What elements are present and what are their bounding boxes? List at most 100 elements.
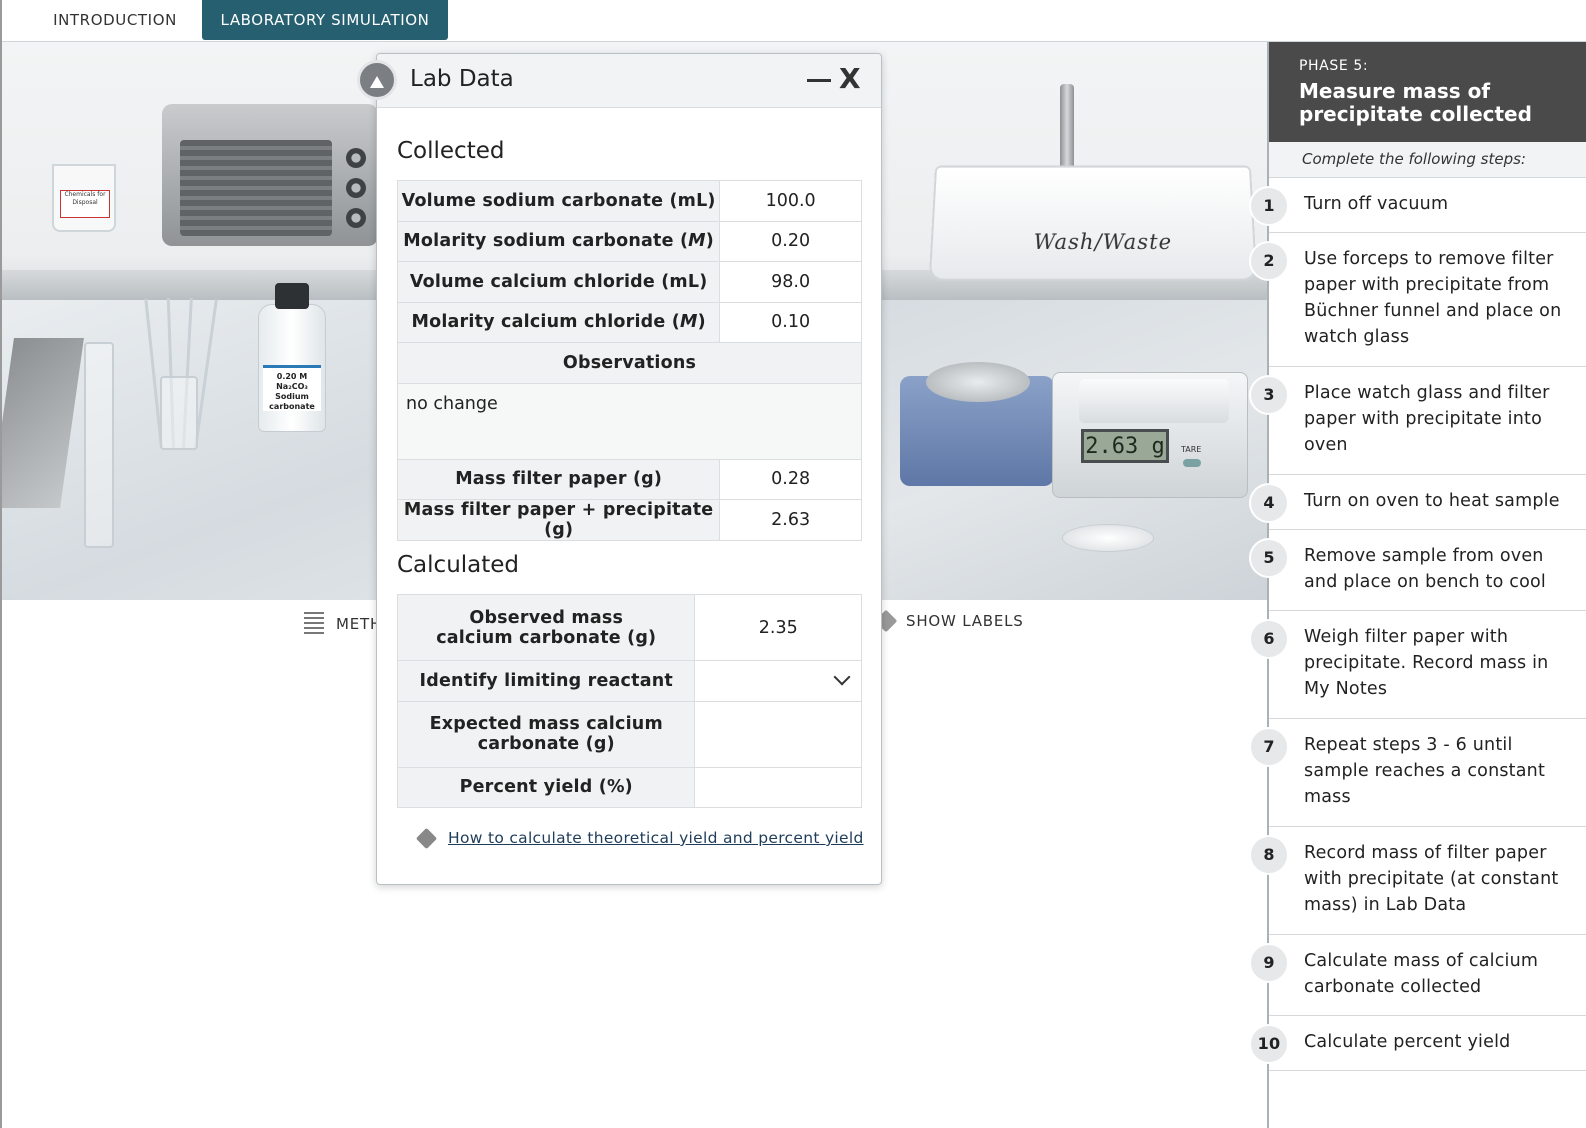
step-item: 7 Repeat steps 3 - 6 until sample reaches… [1269, 719, 1586, 827]
step-number: 2 [1249, 241, 1289, 281]
row-value: 0.28 [720, 459, 862, 500]
row-value: 0.20 [720, 221, 862, 262]
table-row: Mass filter paper + precipitate (g) 2.63 [398, 500, 862, 541]
wash-waste-tray[interactable]: Wash/Waste [929, 166, 1258, 281]
row-value[interactable]: 2.35 [695, 595, 862, 661]
graduated-cylinder[interactable] [84, 342, 114, 548]
row-label: Molarity calcium chloride (M) [398, 302, 720, 343]
table-row: Identify limiting reactant [398, 661, 862, 702]
tare-label: TARE [1181, 445, 1201, 454]
phase-number: PHASE 5: [1299, 58, 1570, 74]
row-label: Volume sodium carbonate (mL) [398, 181, 720, 222]
tab-bar: INTRODUCTION LABORATORY SIMULATION [2, 0, 1586, 42]
step-item: 4 Turn on oven to heat sample [1269, 475, 1586, 530]
step-number: 3 [1249, 375, 1289, 415]
table-row: Expected mass calcium carbonate (g) [398, 701, 862, 767]
bottle-label: 0.20 M Na₂CO₃ Sodium carbonate [263, 365, 321, 411]
phase-header: PHASE 5: Measure mass of precipitate col… [1269, 42, 1586, 142]
table-row: Molarity calcium chloride (M) 0.10 [398, 302, 862, 343]
show-labels-button[interactable]: SHOW LABELS [878, 612, 1024, 630]
step-item: 8 Record mass of filter paper with precip… [1269, 827, 1586, 935]
step-item: 1 Turn off vacuum [1269, 178, 1586, 233]
step-text: Remove sample from oven and place on ben… [1304, 546, 1546, 592]
limiting-reactant-select[interactable] [695, 661, 862, 702]
beaker-label: Chemicals for Disposal [60, 190, 110, 218]
step-text: Turn on oven to heat sample [1304, 491, 1560, 511]
table-row: Observations [398, 343, 862, 384]
close-button[interactable]: X [839, 62, 861, 95]
table-row: no change [398, 383, 862, 459]
bottle-cap [275, 283, 309, 309]
step-item: 3 Place watch glass and filter paper with… [1269, 367, 1586, 475]
table-row: Volume sodium carbonate (mL) 100.0 [398, 181, 862, 222]
stir-hotplate[interactable] [900, 376, 1054, 486]
step-text: Use forceps to remove filter paper with … [1304, 249, 1561, 347]
step-number: 4 [1249, 483, 1289, 523]
steps-instructions: Complete the following steps: [1269, 142, 1586, 178]
help-link-row: How to calculate theoretical yield and p… [419, 829, 864, 847]
minimize-button[interactable] [807, 79, 831, 82]
oven[interactable] [162, 104, 378, 246]
calculated-table: Observed mass calcium carbonate (g) 2.35… [397, 594, 862, 808]
oven-window [180, 140, 332, 236]
percent-yield-input[interactable] [695, 767, 862, 808]
calculated-heading: Calculated [397, 552, 519, 578]
step-number: 1 [1249, 186, 1289, 226]
row-label: Observed mass calcium carbonate (g) [398, 595, 695, 661]
table-row: Volume calcium chloride (mL) 98.0 [398, 262, 862, 303]
collected-table: Volume sodium carbonate (mL) 100.0 Molar… [397, 180, 862, 541]
row-label: Identify limiting reactant [398, 661, 695, 702]
step-number: 6 [1249, 619, 1289, 659]
dialog-header[interactable]: Lab Data X [377, 54, 881, 108]
balance-readout: 2.63 g [1081, 429, 1169, 463]
table-row: Observed mass calcium carbonate (g) 2.35 [398, 595, 862, 661]
rod-jar [160, 376, 198, 450]
tare-button[interactable] [1183, 459, 1201, 467]
methods-button[interactable]: METH [304, 612, 382, 636]
row-label: Percent yield (%) [398, 767, 695, 808]
yield-help-link[interactable]: How to calculate theoretical yield and p… [448, 829, 864, 847]
row-value: 98.0 [720, 262, 862, 303]
app-root: INTRODUCTION LABORATORY SIMULATION Chemi… [0, 0, 1586, 1128]
oven-knob-icon[interactable] [346, 208, 366, 228]
tab-laboratory-simulation[interactable]: LABORATORY SIMULATION [202, 0, 448, 40]
step-item: 10 Calculate percent yield [1269, 1016, 1586, 1071]
oven-knob-icon[interactable] [346, 178, 366, 198]
step-number: 5 [1249, 538, 1289, 578]
row-label: Mass filter paper + precipitate (g) [398, 500, 720, 541]
watch-glasses[interactable] [1062, 524, 1154, 552]
tab-introduction[interactable]: INTRODUCTION [40, 0, 190, 40]
row-label: Volume calcium chloride (mL) [398, 262, 720, 303]
step-text: Turn off vacuum [1304, 194, 1448, 214]
table-row: Molarity sodium carbonate (M) 0.20 [398, 221, 862, 262]
show-labels-label: SHOW LABELS [906, 612, 1024, 630]
table-row: Percent yield (%) [398, 767, 862, 808]
sodium-carbonate-bottle[interactable]: 0.20 M Na₂CO₃ Sodium carbonate [258, 304, 326, 432]
step-number: 9 [1249, 943, 1289, 983]
observations-label: Observations [398, 343, 862, 384]
step-text: Weigh filter paper with precipitate. Rec… [1304, 627, 1548, 699]
step-item: 6 Weigh filter paper with precipitate. Re… [1269, 611, 1586, 719]
tray-label: Wash/Waste [1033, 230, 1172, 254]
observations-field[interactable]: no change [398, 383, 862, 459]
hotplate-surface [926, 362, 1030, 402]
analytical-balance[interactable]: 2.63 g TARE [1052, 372, 1248, 498]
row-label: Mass filter paper (g) [398, 459, 720, 500]
step-text: Place watch glass and filter paper with … [1304, 383, 1550, 455]
balance-pan [1079, 379, 1229, 423]
list-icon [304, 612, 324, 636]
expected-mass-input[interactable] [695, 701, 862, 767]
phase-title: Measure mass of precipitate collected [1299, 80, 1570, 126]
step-item: 2 Use forceps to remove filter paper with… [1269, 233, 1586, 367]
collected-heading: Collected [397, 138, 504, 164]
oven-knob-icon[interactable] [346, 148, 366, 168]
step-item: 5 Remove sample from oven and place on be… [1269, 530, 1586, 611]
step-item: 9 Calculate mass of calcium carbonate col… [1269, 935, 1586, 1016]
steps-list: 1 Turn off vacuum 2 Use forceps to remove … [1269, 178, 1586, 1071]
disposal-beaker[interactable]: Chemicals for Disposal [52, 164, 116, 232]
row-label: Molarity sodium carbonate (M) [398, 221, 720, 262]
table-row: Mass filter paper (g) 0.28 [398, 459, 862, 500]
row-label: Expected mass calcium carbonate (g) [398, 701, 695, 767]
step-text: Calculate percent yield [1304, 1032, 1510, 1052]
chevron-down-icon[interactable] [834, 668, 851, 685]
